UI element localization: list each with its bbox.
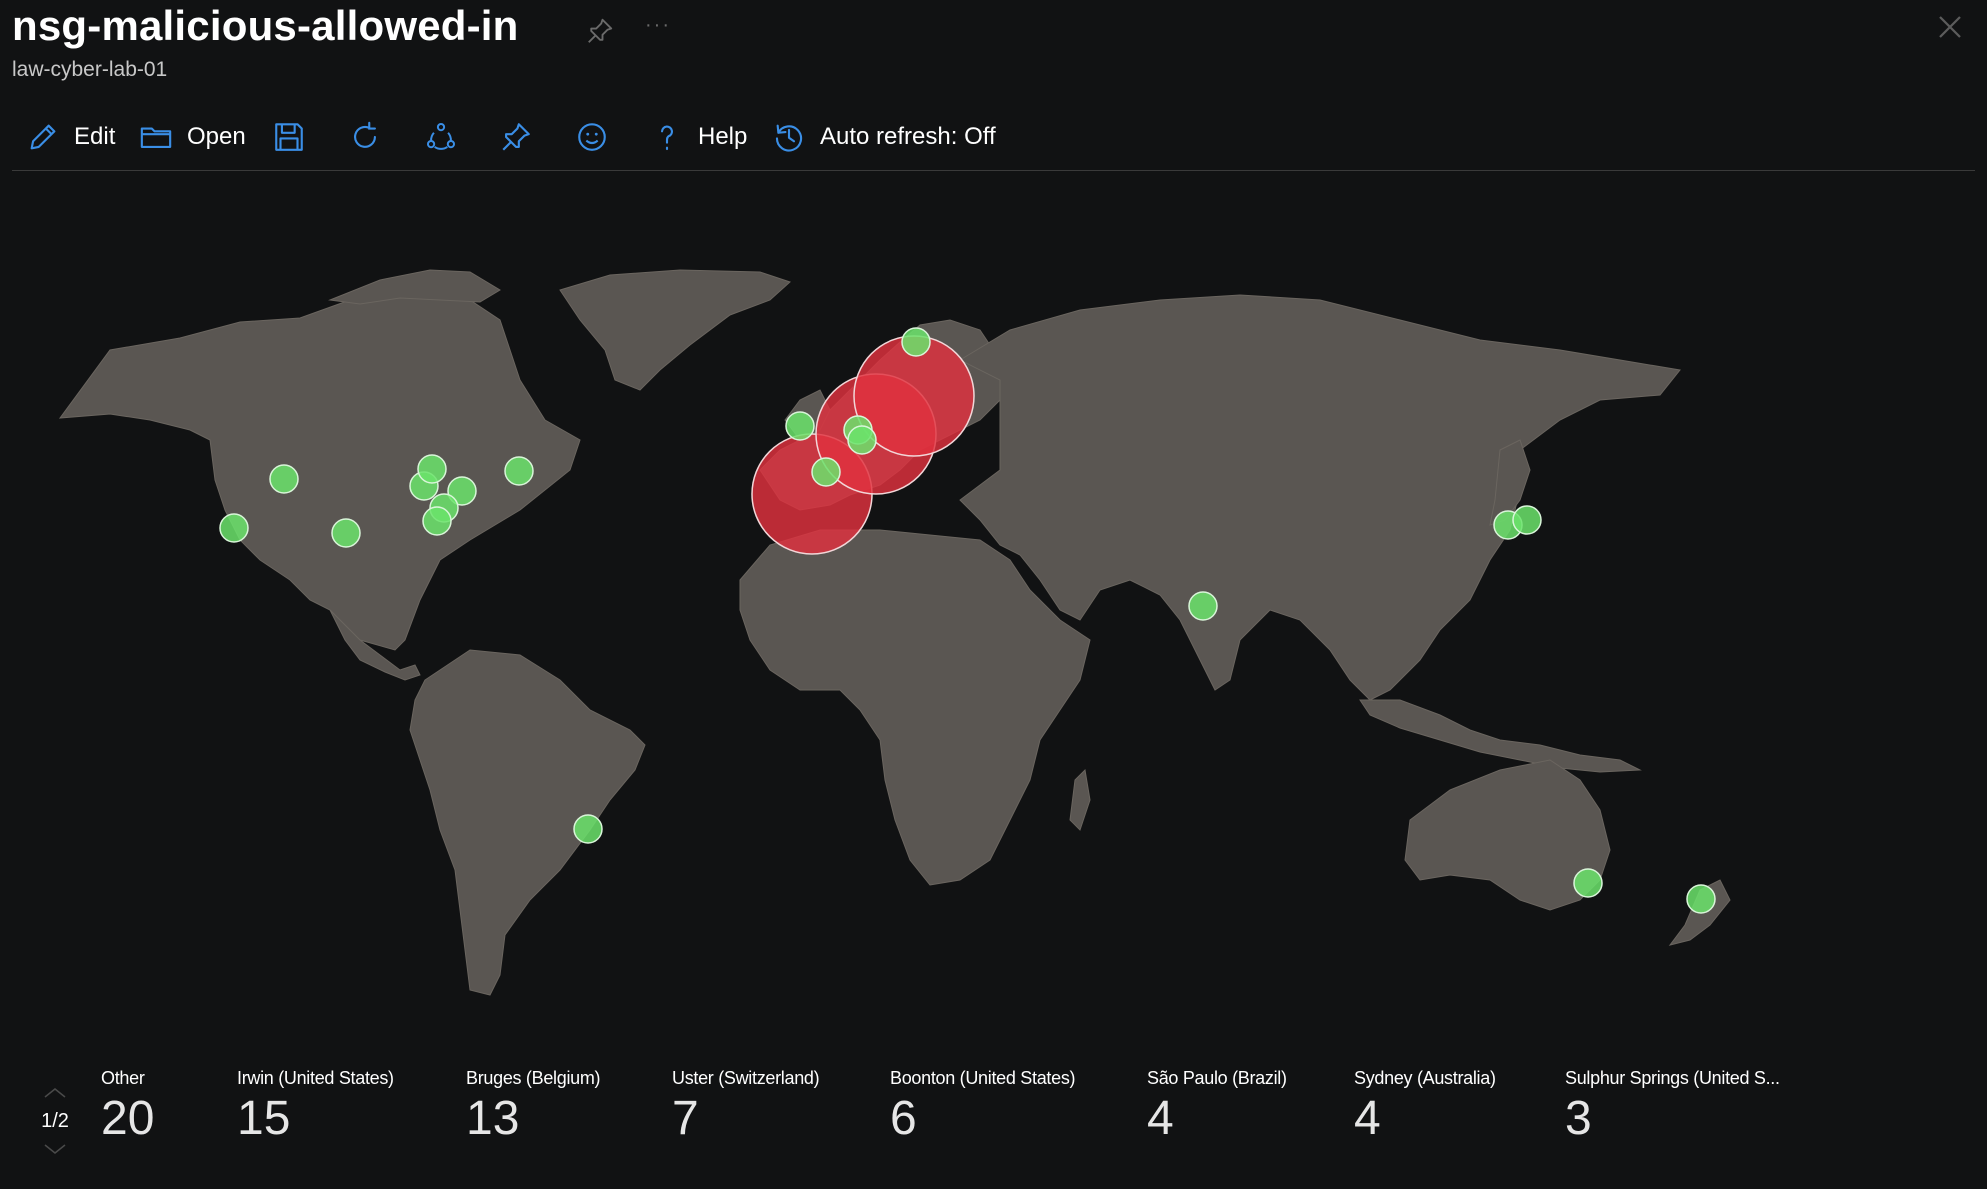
legend-item-label: Irwin (United States) <box>237 1068 394 1088</box>
edit-button[interactable]: Edit <box>26 112 115 162</box>
marker-low-new-jersey <box>504 456 534 486</box>
legend-item-value: 7 <box>672 1092 699 1145</box>
marker-low-portugal <box>811 457 841 487</box>
landmass-indonesia <box>1359 699 1642 773</box>
legend-item-label: Other <box>101 1068 145 1088</box>
legend-item-label: Sulphur Springs (United S... <box>1565 1068 1780 1088</box>
marker-low-australia <box>1573 868 1603 898</box>
legend-item-value: 6 <box>890 1092 917 1145</box>
legend-item-label: São Paulo (Brazil) <box>1147 1068 1287 1088</box>
save-icon <box>275 123 303 151</box>
marker-low-new-zealand <box>1686 884 1716 914</box>
blade-header: nsg-malicious-allowed-in ··· law-cyber-l… <box>12 0 1987 90</box>
pin-icon[interactable] <box>585 16 615 46</box>
landmass-canada-islands <box>328 269 501 305</box>
history-icon <box>775 124 803 152</box>
help-icon <box>660 125 673 151</box>
auto-refresh-button[interactable]: Auto refresh: Off <box>772 112 996 162</box>
legend-item[interactable]: Sulphur Springs (United S... 3 <box>1565 1068 1780 1143</box>
marker-low-colorado <box>269 464 299 494</box>
share-button[interactable] <box>424 112 458 162</box>
legend-item-value: 15 <box>237 1092 291 1145</box>
legend-pager: 1/2 <box>38 1072 72 1162</box>
more-options-icon[interactable]: ··· <box>645 14 671 37</box>
pin-dashboard-button[interactable] <box>499 112 533 162</box>
landmass-africa <box>739 529 1091 886</box>
marker-low-california <box>219 513 249 543</box>
folder-icon <box>140 127 172 148</box>
legend-bar: 1/2 Other 20 Irwin (United States) 15 Br… <box>0 1060 1987 1180</box>
close-icon[interactable] <box>1935 12 1965 42</box>
world-map <box>58 269 1731 996</box>
legend-item-label: Boonton (United States) <box>890 1068 1076 1088</box>
edit-label: Edit <box>74 123 116 150</box>
landmass-madagascar <box>1069 768 1091 831</box>
pin-icon <box>502 123 530 151</box>
legend-item-value: 4 <box>1147 1092 1174 1145</box>
page-subtitle: law-cyber-lab-01 <box>12 58 168 81</box>
landmass-north-america <box>58 289 581 651</box>
marker-low-switzerland <box>847 425 877 455</box>
help-button[interactable]: Help <box>650 112 747 162</box>
marker-low-norway <box>901 327 931 357</box>
legend-item-value: 3 <box>1565 1092 1592 1145</box>
marker-low-texas <box>331 518 361 548</box>
legend-item[interactable]: Uster (Switzerland) 7 <box>672 1068 820 1145</box>
legend-item-value: 13 <box>466 1092 520 1145</box>
landmass-greenland <box>559 269 791 391</box>
help-label: Help <box>698 123 748 150</box>
legend-item[interactable]: São Paulo (Brazil) 4 <box>1147 1068 1287 1143</box>
legend-item-value: 20 <box>101 1092 155 1145</box>
feedback-button[interactable] <box>575 112 609 162</box>
legend-item[interactable]: Other 20 <box>101 1068 154 1143</box>
refresh-icon <box>354 121 376 148</box>
marker-low-japan-2 <box>1512 505 1542 535</box>
legend-item-label: Uster (Switzerland) <box>672 1068 820 1088</box>
legend-item-value: 4 <box>1354 1092 1381 1145</box>
share-icon <box>426 122 456 150</box>
smiley-icon <box>578 123 606 151</box>
legend-item[interactable]: Sydney (Australia) 4 <box>1354 1068 1496 1143</box>
open-label: Open <box>187 123 246 150</box>
legend-page-indicator: 1/2 <box>41 1110 69 1132</box>
legend-item[interactable]: Bruges (Belgium) 13 <box>466 1068 601 1145</box>
marker-low-georgia <box>422 506 452 536</box>
command-bar: Edit Open Help Auto refresh: Off <box>12 112 1975 162</box>
refresh-button[interactable] <box>348 112 382 162</box>
legend-item[interactable]: Boonton (United States) 6 <box>890 1068 1076 1145</box>
marker-low-india <box>1188 591 1218 621</box>
pencil-icon <box>30 124 56 150</box>
auto-refresh-label: Auto refresh: Off <box>820 123 996 150</box>
toolbar-divider <box>12 170 1975 171</box>
open-button[interactable]: Open <box>139 112 246 162</box>
marker-low-brazil <box>573 814 603 844</box>
marker-low-michigan <box>417 454 447 484</box>
chevron-down-icon[interactable] <box>42 1142 68 1156</box>
legend-item[interactable]: Irwin (United States) 15 <box>237 1068 394 1143</box>
save-button[interactable] <box>272 112 306 162</box>
legend-item-label: Sydney (Australia) <box>1354 1068 1496 1088</box>
chevron-up-icon[interactable] <box>42 1086 68 1100</box>
marker-low-ireland <box>785 411 815 441</box>
landmass-south-america <box>409 649 646 996</box>
legend-item-label: Bruges (Belgium) <box>466 1068 601 1088</box>
page-title: nsg-malicious-allowed-in <box>12 2 519 49</box>
